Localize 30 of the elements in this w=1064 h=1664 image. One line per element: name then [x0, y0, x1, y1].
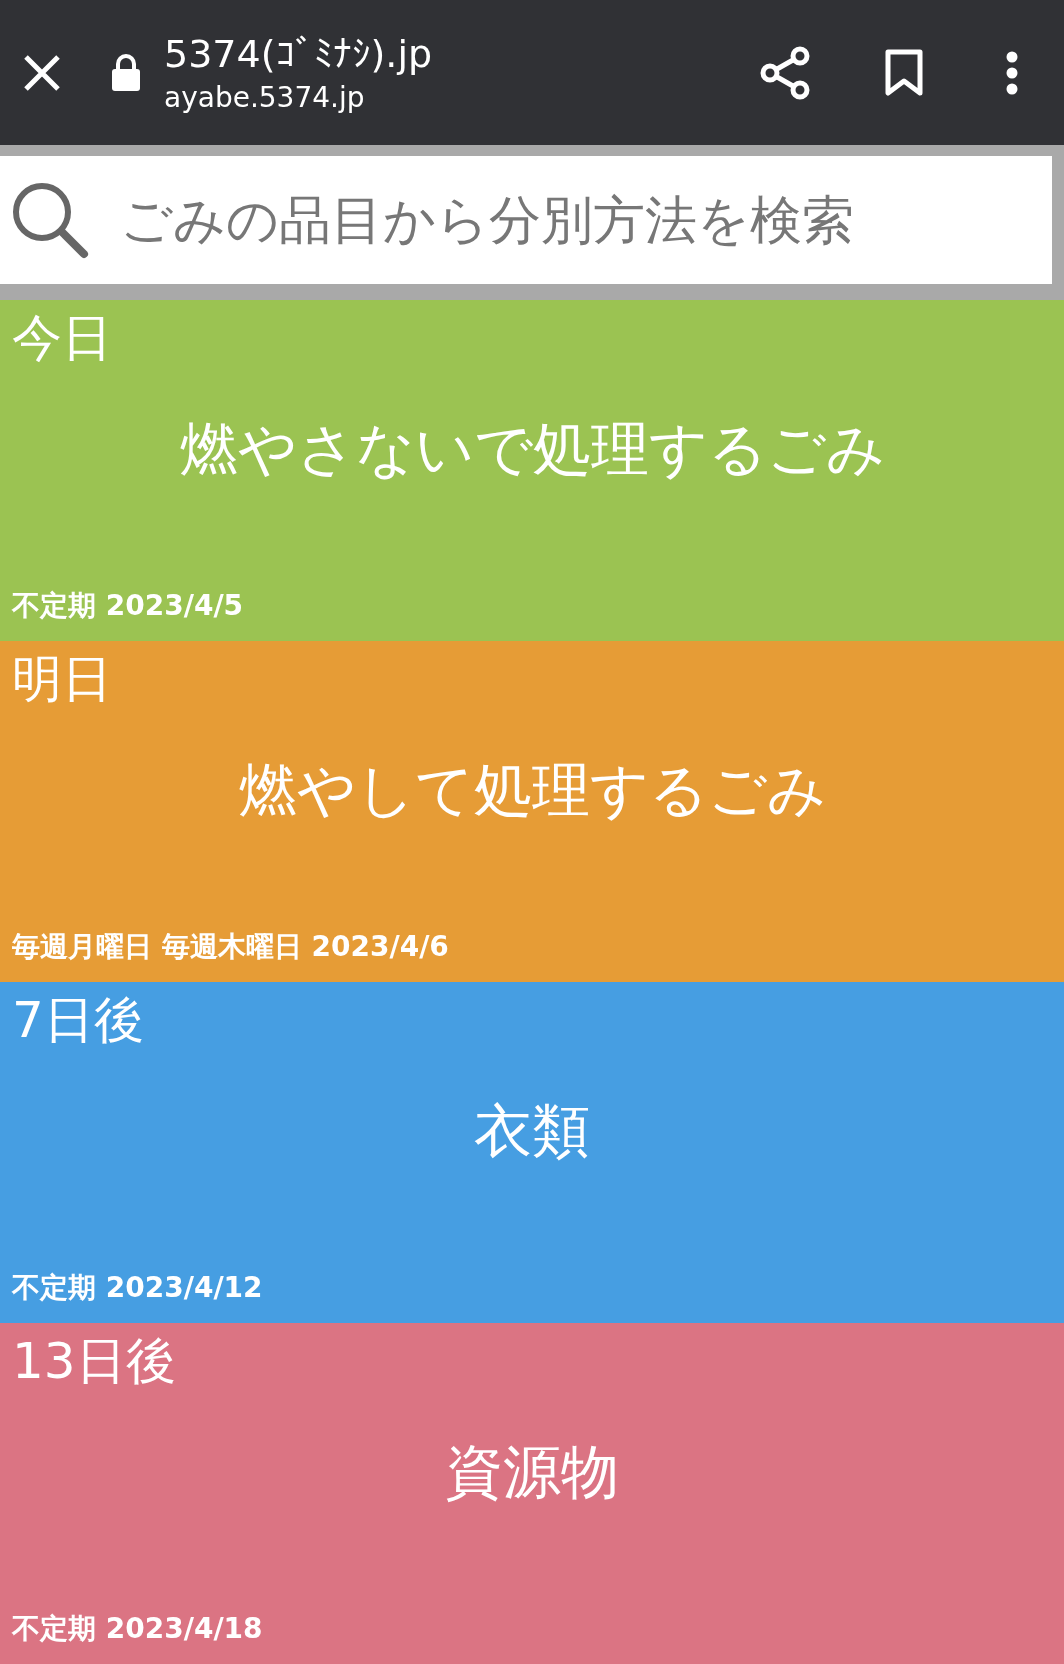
schedule-detail: 毎週月曜日 毎週木曜日 2023/4/6	[12, 929, 449, 965]
search-icon	[10, 180, 90, 260]
day-label: 今日	[12, 308, 112, 368]
schedule-card[interactable]: 今日 燃やさないで処理するごみ 不定期 2023/4/5	[0, 300, 1064, 641]
schedule-card[interactable]: 13日後 資源物 不定期 2023/4/18	[0, 1323, 1064, 1664]
lock-icon	[110, 52, 142, 93]
schedule-detail: 不定期 2023/4/5	[12, 588, 244, 624]
search-input[interactable]: ごみの品目から分別方法を検索	[118, 189, 1052, 251]
bookmark-button[interactable]	[884, 48, 924, 97]
menu-icon	[1006, 50, 1018, 95]
schedule-card[interactable]: 7日後 衣類 不定期 2023/4/12	[0, 982, 1064, 1323]
garbage-category: 燃やさないで処理するごみ	[179, 414, 885, 484]
close-button[interactable]	[22, 52, 62, 93]
day-label: 7日後	[12, 990, 144, 1050]
search-field[interactable]: ごみの品目から分別方法を検索	[0, 156, 1052, 284]
day-label: 13日後	[12, 1331, 176, 1391]
garbage-category: 燃やして処理するごみ	[238, 755, 826, 825]
schedule-card[interactable]: 明日 燃やして処理するごみ 毎週月曜日 毎週木曜日 2023/4/6	[0, 641, 1064, 982]
menu-button[interactable]	[1006, 50, 1018, 95]
share-button[interactable]	[760, 45, 810, 100]
schedule-detail: 不定期 2023/4/18	[12, 1611, 263, 1647]
close-icon	[22, 52, 62, 93]
page-title: 5374(ｺﾞﾐﾅｼ).jp	[164, 31, 434, 76]
garbage-category: 資源物	[445, 1437, 619, 1507]
bookmark-icon	[884, 48, 924, 97]
schedule-detail: 不定期 2023/4/12	[12, 1270, 263, 1306]
share-icon	[760, 45, 810, 100]
page-url: ayabe.5374.jp	[164, 81, 366, 114]
garbage-category: 衣類	[474, 1096, 590, 1166]
day-label: 明日	[12, 649, 112, 709]
